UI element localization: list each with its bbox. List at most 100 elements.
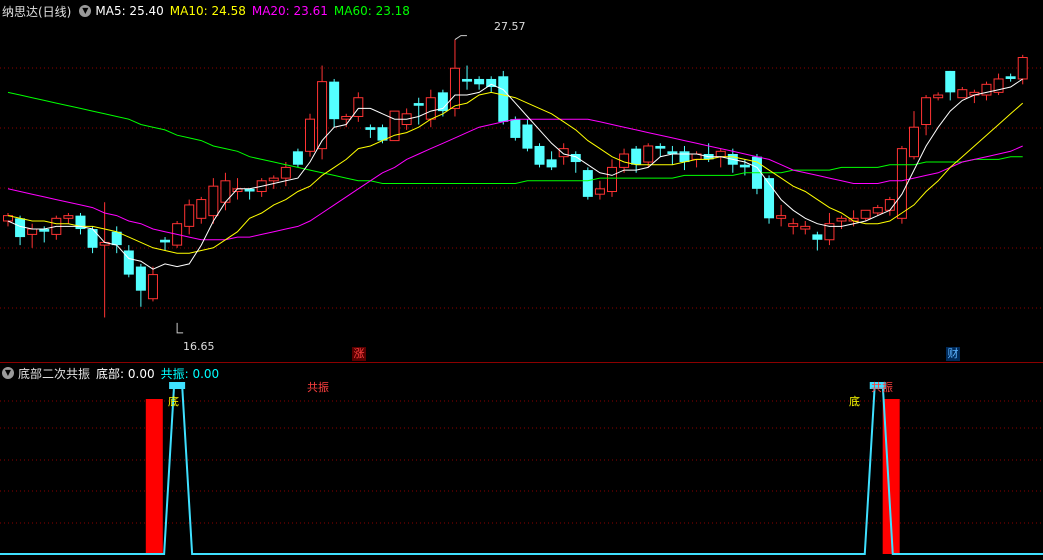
candle [474,76,485,90]
candle-body [341,115,352,120]
candle-body [365,127,376,130]
candle-body [800,225,811,230]
candle-body [305,118,315,152]
candle-body [776,215,787,219]
indicator-title: 底部二次共振 [18,366,91,381]
candle [353,92,364,122]
candle-body [135,266,146,291]
candle [437,89,448,117]
candle [184,199,195,235]
low-pointer [176,322,184,334]
candle [945,70,956,101]
low-price-label: 16.65 [183,340,215,353]
candle [836,215,847,230]
gongzhen-label-2: 共振 [871,381,893,394]
stock-title: 纳思达(日线) [2,4,72,19]
indicator-collapse-icon[interactable]: ▼ [2,367,14,379]
candle [679,145,690,171]
candle-body [27,228,38,235]
candle-body [631,148,642,165]
candle-body [715,150,726,158]
candle-body [268,177,279,182]
candle [51,215,62,240]
candle [305,113,315,157]
main-chart-header: 纳思达(日线) ▼ MA5: 25.40 MA10: 24.58 MA20: 2… [2,3,416,19]
cai-badge[interactable]: 财 [946,347,960,361]
candle [751,154,762,195]
di-label-2: 底 [849,395,860,408]
candle-body [558,148,569,158]
ma20-legend: MA20: 23.61 [251,4,328,18]
candle-body [933,94,944,99]
candle-body [945,70,956,93]
candle [123,245,134,278]
candle [135,263,146,307]
candle-body [462,78,473,82]
candle [776,204,787,227]
candle-body [534,145,545,165]
candle [268,175,279,189]
candle [933,92,944,101]
candle-body [909,126,919,158]
candle [957,87,968,99]
candle [413,97,424,125]
bottom-value: 底部: 0.00 [96,366,155,381]
candle-body [1005,76,1016,79]
candle [981,81,992,101]
candle [764,175,775,224]
candle-body [921,97,932,126]
resonance-cap-1 [169,382,186,389]
candle [87,226,98,254]
candle-body [546,159,557,168]
gongzhen-label-1: 共振 [307,381,329,394]
indicator-panel[interactable]: ▼ 底部二次共振 底部: 0.00 共振: 0.00 底 共振 底 共振 [0,363,1043,560]
candle [147,266,158,302]
candle [667,145,678,165]
candle [63,212,74,224]
candle-body [449,67,460,109]
main-chart-panel[interactable]: 纳思达(日线) ▼ MA5: 25.40 MA10: 24.58 MA20: 2… [0,0,1043,363]
candle-body [607,166,617,193]
candle [921,95,932,136]
candle [1017,54,1028,85]
candle-body [788,223,799,227]
candle-body [582,170,593,197]
candle [15,215,26,246]
candle-body [63,215,74,219]
candle-body [896,148,907,219]
collapse-icon[interactable]: ▼ [79,5,92,17]
candle [27,223,38,248]
candlestick-chart[interactable] [0,0,1043,362]
candle [788,218,799,235]
candle-body [510,119,521,138]
zhang-badge[interactable]: 涨 [352,347,366,361]
candle-body [570,154,581,163]
candle-body [884,199,895,211]
candle-body [872,207,883,214]
candle [715,148,726,168]
candle [800,221,811,235]
candle-body [739,164,750,168]
candle [896,145,907,224]
candle [99,202,110,318]
candle-body [208,185,219,217]
candle-body [679,151,690,163]
candle [1005,73,1016,82]
candle [365,124,376,138]
candle [594,180,605,200]
ma60-legend: MA60: 23.18 [333,4,410,18]
candle-body [184,204,195,227]
candle [546,151,557,171]
candle-body [1017,57,1028,80]
candle-body [196,199,207,219]
candle [643,143,654,168]
candle-body [655,145,666,149]
candle-body [643,145,654,163]
candle-body [474,78,485,85]
candle [824,212,835,246]
candle [220,172,231,211]
candle [196,196,207,224]
candle-body [957,89,968,99]
candle [522,119,533,152]
candle [631,145,642,173]
